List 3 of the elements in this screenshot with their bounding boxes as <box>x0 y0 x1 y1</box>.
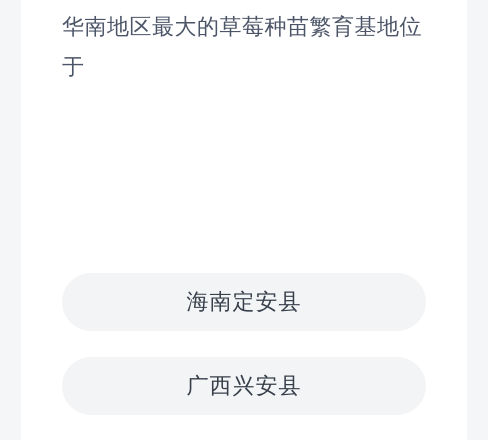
answer-option[interactable]: 广西兴安县 <box>62 357 426 415</box>
answer-option[interactable]: 海南定安县 <box>62 273 426 331</box>
question-text: 华南地区最大的草莓种苗繁育基地位于 <box>62 14 422 82</box>
